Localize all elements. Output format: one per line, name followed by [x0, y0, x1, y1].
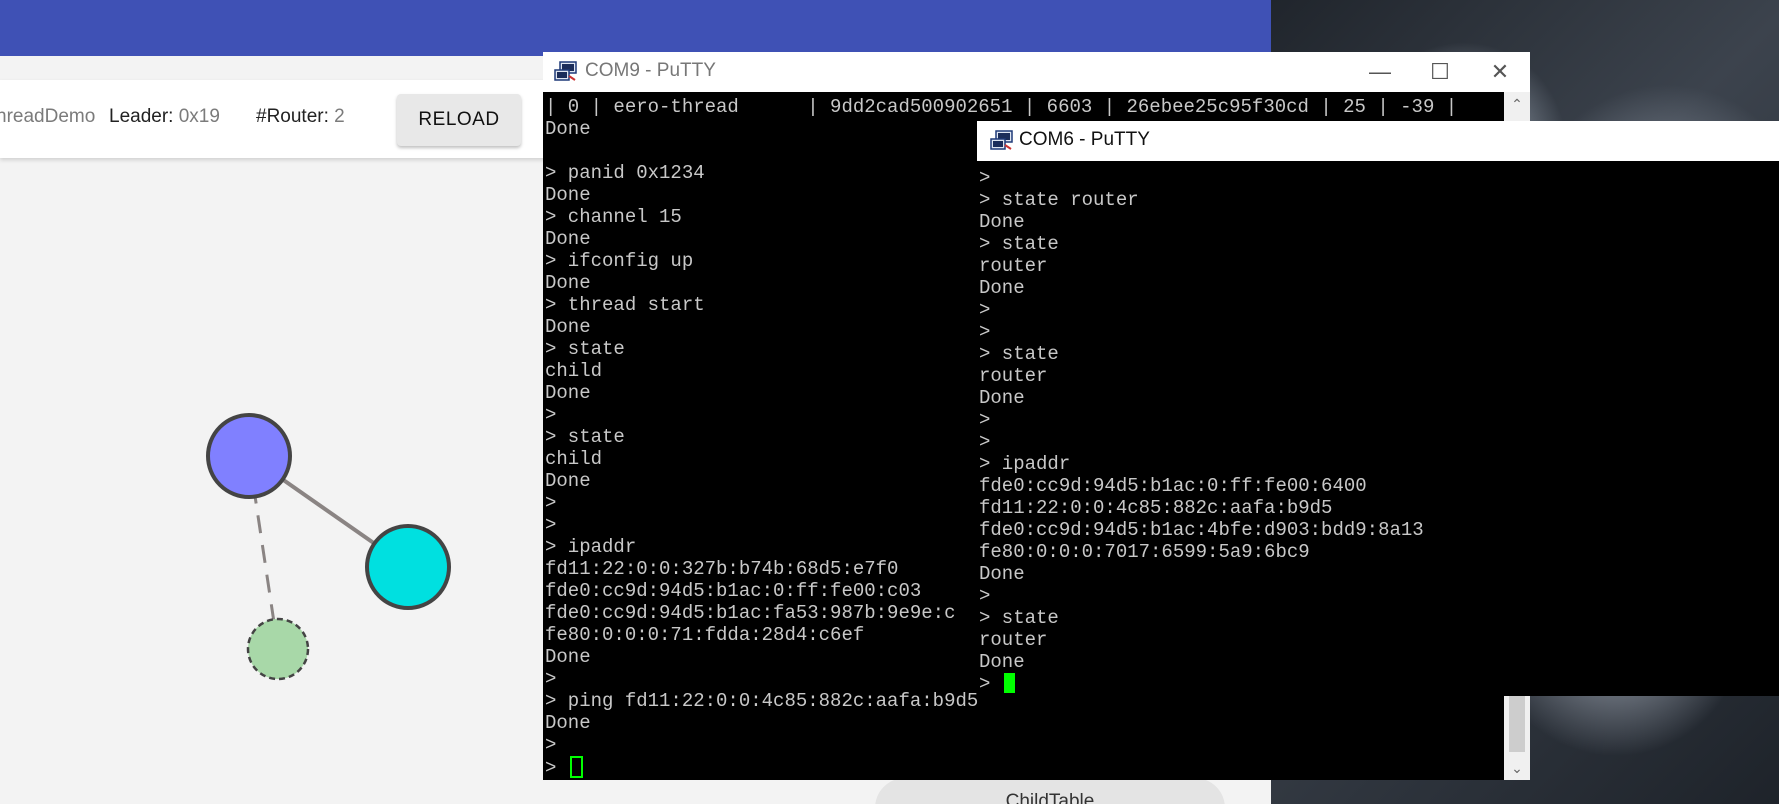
- terminal-line: >: [979, 409, 991, 431]
- chevron-up-icon[interactable]: ⌃: [1504, 92, 1530, 116]
- topology-node-child[interactable]: [246, 617, 310, 681]
- com9-title: COM9 - PuTTY: [585, 60, 716, 81]
- terminal-line: > state: [979, 607, 1059, 629]
- terminal-line: fde0:cc9d:94d5:b1ac:0:ff:fe00:6400: [979, 475, 1367, 497]
- terminal-line: >: [979, 585, 991, 607]
- terminal-prompt-line: >: [545, 756, 1500, 779]
- router-count-value: 2: [334, 106, 345, 127]
- com6-title: COM6 - PuTTY: [1019, 129, 1150, 150]
- terminal-line: Done: [979, 563, 1025, 585]
- maximize-icon[interactable]: ☐: [1410, 52, 1470, 92]
- terminal-line: | 0 | eero-thread | 9dd2cad500902651 | 6…: [545, 96, 1458, 118]
- terminal-line: > state: [979, 343, 1059, 365]
- minimize-icon[interactable]: —: [1350, 52, 1410, 92]
- child-link-edge: [247, 455, 280, 650]
- terminal-line: > ipaddr: [979, 453, 1071, 475]
- terminal-prompt: >: [545, 757, 568, 779]
- network-name-text: hreadDemo: [0, 106, 96, 127]
- network-name: hreadDemo: [0, 106, 95, 128]
- com9-window-controls: — ☐ ✕: [1350, 52, 1530, 92]
- terminal-prompt-line: >: [979, 673, 1777, 695]
- router-count-label: #Router:: [256, 106, 329, 127]
- terminal-line: router: [979, 365, 1048, 387]
- close-icon[interactable]: ✕: [1470, 52, 1530, 92]
- terminal-line: >: [979, 299, 991, 321]
- topology-node-router-b[interactable]: [365, 524, 451, 610]
- com6-titlebar[interactable]: COM6 - PuTTY: [977, 121, 1779, 161]
- topology-node-router-a[interactable]: [206, 413, 292, 499]
- terminal-cursor: [1003, 673, 1015, 693]
- leader-value: 0x19: [178, 106, 220, 127]
- putty-icon: [554, 61, 577, 81]
- child-table-button[interactable]: ChildTable: [875, 778, 1225, 804]
- terminal-line: >: [979, 167, 991, 189]
- com9-titlebar[interactable]: COM9 - PuTTY — ☐ ✕: [543, 52, 1530, 92]
- terminal-line: >: [979, 431, 991, 453]
- leader-info: Leader: 0x19: [109, 106, 220, 128]
- leader-label: Leader:: [109, 106, 174, 127]
- terminal-line: >: [545, 734, 557, 756]
- terminal-line: fd11:22:0:0:4c85:882c:aafa:b9d5: [979, 497, 1333, 519]
- terminal-line: > state: [979, 233, 1059, 255]
- terminal-line: Done: [545, 712, 591, 734]
- terminal-line: fe80:0:0:0:7017:6599:5a9:6bc9: [979, 541, 1310, 563]
- terminal-line: fde0:cc9d:94d5:b1ac:4bfe:d903:bdd9:8a13: [979, 519, 1424, 541]
- terminal-line: > state router: [979, 189, 1139, 211]
- router-count-info: #Router: 2: [256, 106, 345, 128]
- terminal-prompt: >: [979, 673, 1002, 695]
- terminal-cursor: [569, 756, 583, 778]
- router-link-edge: [247, 454, 410, 569]
- chevron-down-icon[interactable]: ⌄: [1504, 756, 1530, 780]
- reload-button[interactable]: RELOAD: [397, 94, 521, 146]
- putty-icon: [990, 130, 1013, 150]
- terminal-line: router: [979, 629, 1048, 651]
- terminal-line: >: [979, 321, 991, 343]
- com6-terminal[interactable]: > > state router Done > state router Done > > > …: [979, 167, 1777, 695]
- terminal-line: router: [979, 255, 1048, 277]
- terminal-line: Done: [979, 277, 1025, 299]
- terminal-line: Done: [979, 651, 1025, 673]
- terminal-line: Done: [979, 211, 1025, 233]
- terminal-line: Done: [979, 387, 1025, 409]
- app-header-bar: [0, 0, 1271, 56]
- putty-window-com6[interactable]: COM6 - PuTTY > > state router Done > state r…: [977, 121, 1779, 696]
